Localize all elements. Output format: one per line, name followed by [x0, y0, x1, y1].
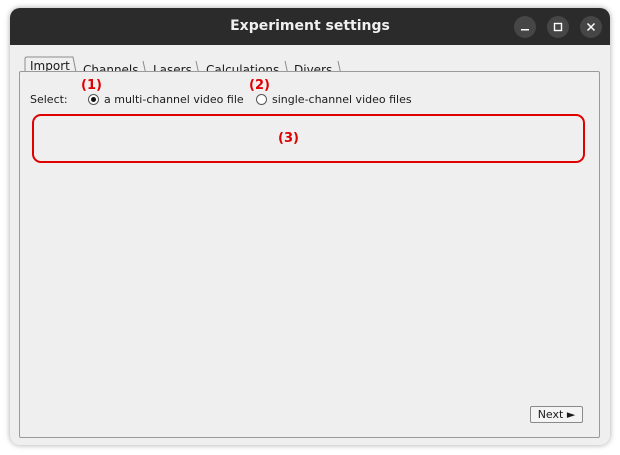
annotation-1: (1): [81, 78, 102, 93]
next-button[interactable]: Next ►: [530, 406, 583, 423]
annotation-box-3: [32, 114, 585, 163]
close-icon: [586, 22, 596, 32]
radio-single-channel[interactable]: [256, 94, 267, 105]
radio-multi-channel[interactable]: [88, 94, 99, 105]
maximize-button[interactable]: [547, 16, 569, 38]
radio-single-channel-label[interactable]: single-channel video files: [272, 93, 412, 106]
annotation-2: (2): [249, 78, 270, 93]
title-bar[interactable]: Experiment settings: [10, 8, 610, 45]
minimize-button[interactable]: [514, 16, 536, 38]
radio-multi-channel-label[interactable]: a multi-channel video file: [104, 93, 244, 106]
maximize-icon: [553, 22, 563, 32]
annotation-3: (3): [278, 131, 299, 146]
minimize-icon: [521, 29, 529, 31]
close-button[interactable]: [580, 16, 602, 38]
select-label: Select:: [30, 93, 68, 106]
radio-selected-dot: [91, 97, 96, 102]
